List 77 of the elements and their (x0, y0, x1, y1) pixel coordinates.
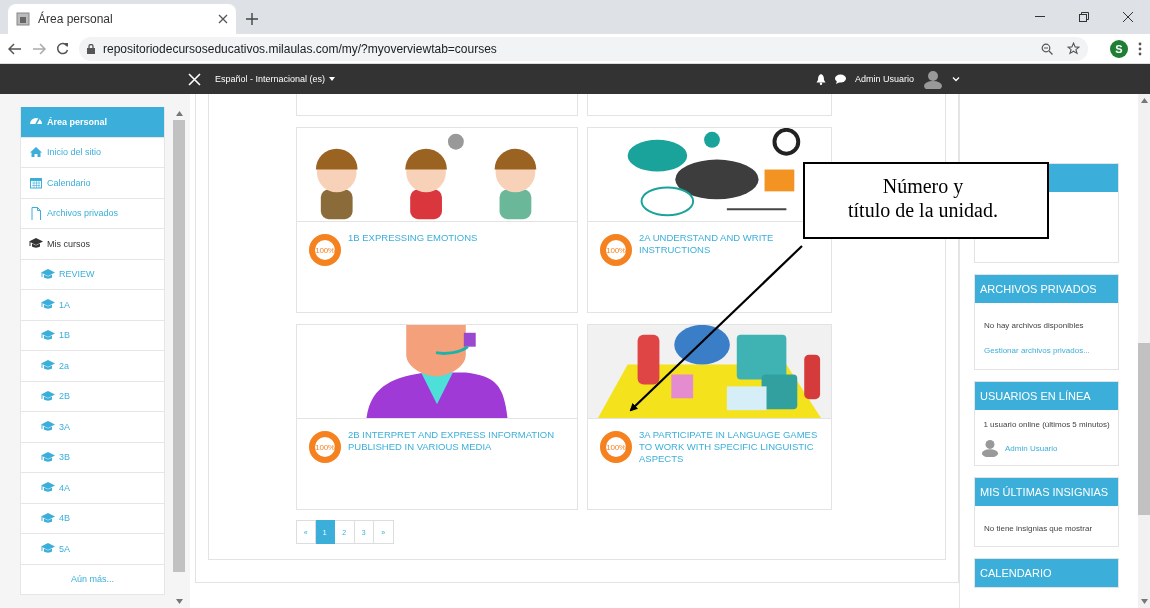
progress-text: 100% (606, 443, 626, 452)
graduation-cap-icon (41, 450, 55, 464)
page-icon (16, 12, 30, 26)
user-link[interactable]: Admin Usuario (1005, 443, 1058, 453)
star-icon[interactable] (1067, 42, 1080, 55)
nav-item[interactable]: Mis cursos (20, 229, 165, 260)
progress-text: 100% (606, 246, 626, 255)
scroll-down-icon[interactable] (175, 599, 183, 604)
back-icon[interactable] (8, 42, 22, 55)
nav-item[interactable]: Área personal (20, 107, 165, 138)
nav-item[interactable]: REVIEW (20, 259, 165, 290)
close-icon[interactable] (218, 14, 228, 24)
graduation-cap-icon (41, 481, 55, 495)
course-title[interactable]: 1B EXPRESSING EMOTIONS (348, 232, 478, 312)
graduation-cap-icon (41, 328, 55, 342)
nav-item[interactable]: 4A (20, 473, 165, 504)
zoom-icon[interactable] (1041, 42, 1053, 55)
graduation-cap-icon (29, 237, 43, 251)
calendar-icon (29, 176, 43, 190)
nav-item[interactable]: 2B (20, 381, 165, 412)
file-icon (29, 206, 43, 220)
nav-item[interactable]: Inicio del sitio (20, 137, 165, 168)
block-title: ARCHIVOS PRIVADOS (980, 283, 1097, 295)
avatar-icon[interactable] (923, 69, 943, 89)
course-title[interactable]: 2B INTERPRET AND EXPRESS INFORMATION PUBLISHED IN VARIOUS MEDIA (348, 429, 569, 509)
browser-tab[interactable]: Área personal (8, 4, 236, 34)
close-icon[interactable] (1123, 12, 1133, 22)
nav-item[interactable]: Archivos privados (20, 198, 165, 229)
nav-item[interactable]: Calendario (20, 168, 165, 199)
graduation-cap-icon (41, 389, 55, 403)
nav-item[interactable]: 3A (20, 412, 165, 443)
nav-item[interactable]: 1A (20, 290, 165, 321)
home-icon (29, 145, 43, 159)
scroll-down-icon[interactable] (1140, 599, 1148, 604)
block-text: 1 usuario online (últimos 5 minutos) (982, 419, 1111, 431)
bell-icon[interactable] (815, 73, 826, 85)
chat-icon[interactable] (834, 74, 846, 84)
block-title: MIS ÚLTIMAS INSIGNIAS (980, 486, 1109, 498)
graduation-cap-icon (41, 267, 55, 281)
block-title: CALENDARIO (980, 567, 1052, 579)
tab-title: Área personal (38, 12, 114, 26)
block-text: No hay archivos disponibles (983, 320, 1085, 330)
block-title: USUARIOS EN LÍNEA (980, 390, 1091, 402)
url-text: repositoriodecursoseducativos.milaulas.com/my/?myoverviewtab=courses (103, 41, 497, 56)
scroll-up-icon[interactable] (175, 111, 183, 116)
graduation-cap-icon (41, 359, 55, 373)
minimize-icon[interactable] (1035, 16, 1045, 18)
nav-item[interactable]: 2a (20, 351, 165, 382)
graduation-cap-icon (41, 298, 55, 312)
graduation-cap-icon (41, 420, 55, 434)
nav-item[interactable]: 5A (20, 534, 165, 565)
nav-item[interactable]: 4B (20, 503, 165, 534)
callout-box: Número y título de la unidad. (803, 162, 1049, 239)
restore-icon[interactable] (1079, 12, 1089, 22)
address-bar[interactable]: repositoriodecursoseducativos.milaulas.com/my/?myoverviewtab=courses (79, 36, 1088, 61)
block-text: No tiene insignias que mostrar (983, 523, 1094, 533)
avatar-icon (981, 439, 999, 457)
scroll-up-icon[interactable] (1140, 98, 1148, 103)
language-menu[interactable]: Español - Internacional (es) (215, 74, 336, 84)
more-link[interactable]: Aún más... (20, 564, 165, 595)
block-link[interactable]: Gestionar archivos privados... (981, 338, 1113, 361)
caret-icon[interactable] (952, 76, 960, 82)
graduation-cap-icon (41, 511, 55, 525)
progress-text: 100% (315, 443, 335, 452)
nav-item[interactable]: 1B (20, 320, 165, 351)
graduation-cap-icon (41, 542, 55, 556)
progress-text: 100% (315, 246, 335, 255)
nav-item[interactable]: 3B (20, 442, 165, 473)
menu-icon[interactable] (1138, 41, 1142, 56)
reload-icon[interactable] (56, 42, 69, 55)
lock-icon (87, 43, 95, 54)
new-tab-icon[interactable] (246, 13, 258, 25)
profile-avatar[interactable]: S (1110, 39, 1128, 58)
course-title[interactable]: 3A PARTICIPATE IN LANGUAGE GAMES TO WORK WITH SPECIFIC LINGUISTIC ASPECTS (639, 429, 823, 509)
scrollbar[interactable] (1138, 94, 1150, 608)
caret-icon (329, 77, 336, 81)
user-name[interactable]: Admin Usuario (854, 74, 914, 84)
